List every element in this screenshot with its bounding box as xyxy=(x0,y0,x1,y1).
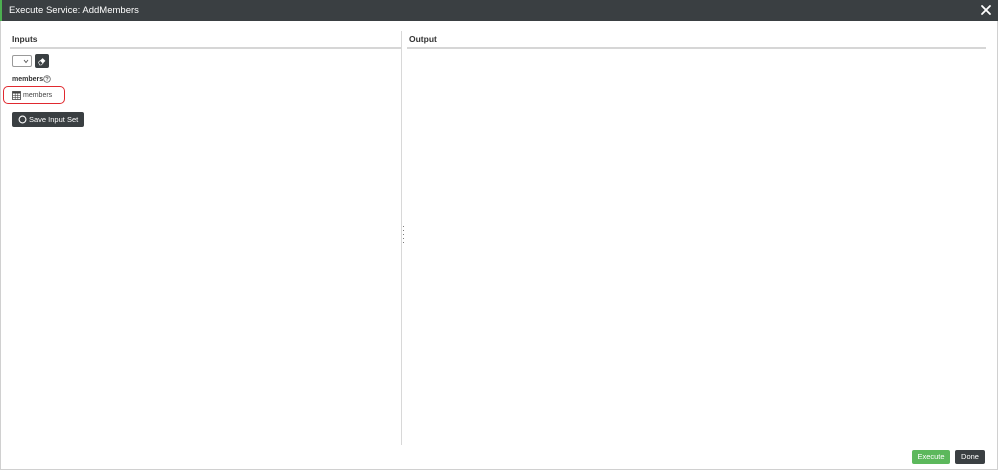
circle-icon xyxy=(18,115,27,124)
close-icon[interactable] xyxy=(979,3,993,17)
eraser-icon xyxy=(38,58,46,66)
output-heading-rule xyxy=(407,47,986,49)
dialog-titlebar: Execute Service: AddMembers xyxy=(0,0,998,21)
table-icon xyxy=(12,91,21,100)
inputs-heading-rule xyxy=(10,47,401,49)
members-field-label: members xyxy=(23,91,53,99)
save-input-set-label: Save Input Set xyxy=(29,115,79,124)
save-input-set-button[interactable]: Save Input Set xyxy=(12,112,84,127)
members-table-field[interactable]: members xyxy=(3,86,65,104)
pane-splitter[interactable] xyxy=(401,31,402,445)
chevron-down-icon xyxy=(23,59,29,64)
execute-service-dialog: Execute Service: AddMembers Inputs membe… xyxy=(0,0,998,470)
members-param-label: members xyxy=(12,76,44,83)
clear-inputs-button[interactable] xyxy=(35,54,49,68)
dialog-title: Execute Service: AddMembers xyxy=(9,5,139,16)
input-set-select[interactable] xyxy=(12,55,32,67)
question-circle-icon[interactable] xyxy=(43,75,51,83)
output-pane: Output xyxy=(407,21,989,445)
done-button[interactable]: Done xyxy=(955,450,985,464)
execute-button[interactable]: Execute xyxy=(912,450,950,464)
inputs-heading: Inputs xyxy=(12,34,38,44)
inputs-pane: Inputs members members Save Input Set xyxy=(0,21,401,445)
splitter-grip-icon[interactable] xyxy=(403,226,405,248)
output-heading: Output xyxy=(409,34,437,44)
